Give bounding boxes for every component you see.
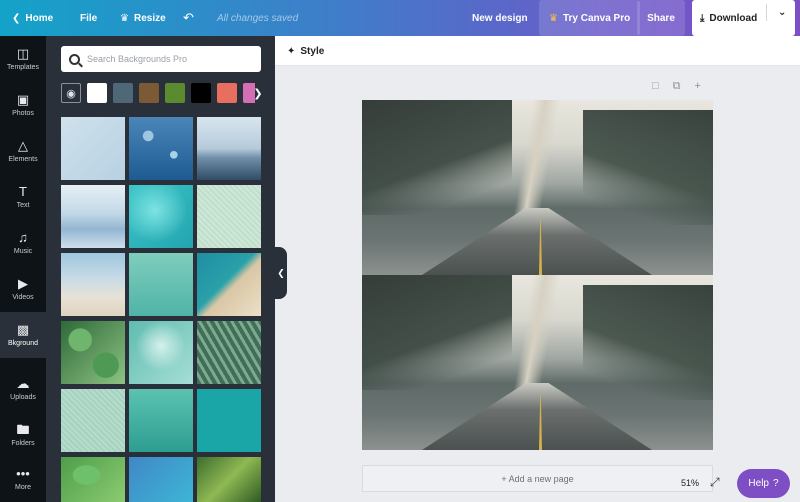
divider [766,4,767,21]
video-icon: ▶ [18,276,28,291]
background-thumbnail[interactable] [129,117,193,180]
background-thumbnail[interactable] [129,321,193,384]
background-photo [362,100,713,275]
add-new-page-button[interactable]: + Add a new page [362,465,713,492]
sparkle-icon: ✦ [287,45,296,57]
share-button[interactable]: Share [637,0,685,36]
background-thumbnail[interactable] [129,389,193,452]
top-toolbar: ❮ Home File ♛ Resize ↶ All changes saved… [0,0,800,36]
fullscreen-icon[interactable]: ⤢ [710,475,720,490]
home-button[interactable]: ❮ Home [12,0,53,36]
duplicate-page-icon[interactable]: ⧉ [673,80,681,93]
chevron-right-icon[interactable]: ❯ [252,83,264,103]
image-icon: ▣ [16,92,30,107]
background-thumbnail[interactable] [197,185,261,248]
collapse-panel-button[interactable]: ❮ [275,247,287,299]
rail-item-text[interactable]: T Text [0,174,46,220]
new-design-button[interactable]: New design [472,0,528,36]
rail-item-uploads[interactable]: ☁ Uploads [0,366,46,412]
background-thumbnail[interactable] [197,457,261,502]
page-tools: □ ⧉ + [652,80,701,93]
background-thumbnail[interactable] [61,117,125,180]
rail-item-photos[interactable]: ▣ Photos [0,82,46,128]
background-thumbnail[interactable] [129,253,193,316]
background-thumbnail[interactable] [197,389,261,452]
background-thumbnail[interactable] [61,253,125,316]
crown-icon: ♛ [549,12,558,24]
save-status: All changes saved [217,12,299,24]
color-palette-button[interactable]: ◉ [61,83,81,103]
palette-icon: ◉ [66,87,76,100]
add-page-icon[interactable]: + [695,80,701,93]
photo-trees-right [583,285,713,400]
color-swatch-row: ◉ [61,83,261,103]
rail-item-folders[interactable]: 🖿 Folders [0,412,46,458]
background-thumbnail[interactable] [197,117,261,180]
background-thumbnail[interactable] [61,457,125,502]
rail-item-videos[interactable]: ▶ Videos [0,266,46,312]
background-thumbnail[interactable] [61,389,125,452]
color-swatch[interactable] [165,83,185,103]
music-note-icon: ♫ [18,230,28,245]
crown-icon: ♛ [120,12,129,24]
rail-item-more[interactable]: ••• More [0,456,46,502]
background-thumbnail[interactable] [129,185,193,248]
file-menu-button[interactable]: File [80,0,97,36]
dots-icon: ••• [16,466,30,481]
folder-icon: 🖿 [16,422,30,437]
undo-icon: ↶ [183,10,194,25]
backgrounds-panel: ◉ ❯ [46,36,275,502]
color-swatch[interactable] [191,83,211,103]
search-icon [69,53,80,65]
photo-trees-left [362,100,512,215]
color-swatch[interactable] [139,83,159,103]
background-thumbnail[interactable] [61,185,125,248]
download-button[interactable]: ⤓ Download ⌄ [692,0,795,36]
background-thumbnail[interactable] [129,457,193,502]
color-swatch[interactable] [87,83,107,103]
help-button[interactable]: Help ? [737,469,790,498]
side-nav-rail: ◫ Templates ▣ Photos △ Elements T Text ♫… [0,36,46,502]
cloud-upload-icon: ☁ [16,376,30,391]
style-button[interactable]: ✦ Style [287,36,324,66]
background-photo [362,275,713,450]
question-icon: ? [773,478,779,489]
background-thumbnail[interactable] [197,253,261,316]
chevron-left-icon: ❮ [12,12,21,24]
search-box[interactable] [61,46,261,72]
hatch-icon: ▩ [16,322,30,337]
design-canvas[interactable] [362,100,713,450]
layout-icon: ◫ [16,46,30,61]
rail-item-elements[interactable]: △ Elements [0,128,46,174]
search-input[interactable] [87,54,257,64]
photo-trees-left [362,275,512,390]
color-swatch[interactable] [113,83,133,103]
chevron-left-icon: ❮ [277,267,285,278]
color-swatch[interactable] [217,83,237,103]
resize-button[interactable]: ♛ Resize [120,0,166,36]
download-icon: ⤓ [700,12,705,24]
photo-trees-right [583,110,713,225]
editor-subbar: ✦ Style [275,36,800,66]
note-icon[interactable]: □ [652,80,659,93]
background-thumbnail[interactable] [61,321,125,384]
shapes-icon: △ [18,138,28,153]
chevron-down-icon[interactable]: ⌄ [778,0,786,25]
text-icon: T [19,184,27,199]
rail-item-music[interactable]: ♫ Music [0,220,46,266]
background-thumbnail[interactable] [197,321,261,384]
rail-item-background[interactable]: ▩ Bkground [0,312,46,358]
zoom-level[interactable]: 51% [681,478,699,488]
try-pro-button[interactable]: ♛ Try Canva Pro [539,0,641,36]
undo-button[interactable]: ↶ [183,0,194,36]
rail-item-templates[interactable]: ◫ Templates [0,36,46,82]
